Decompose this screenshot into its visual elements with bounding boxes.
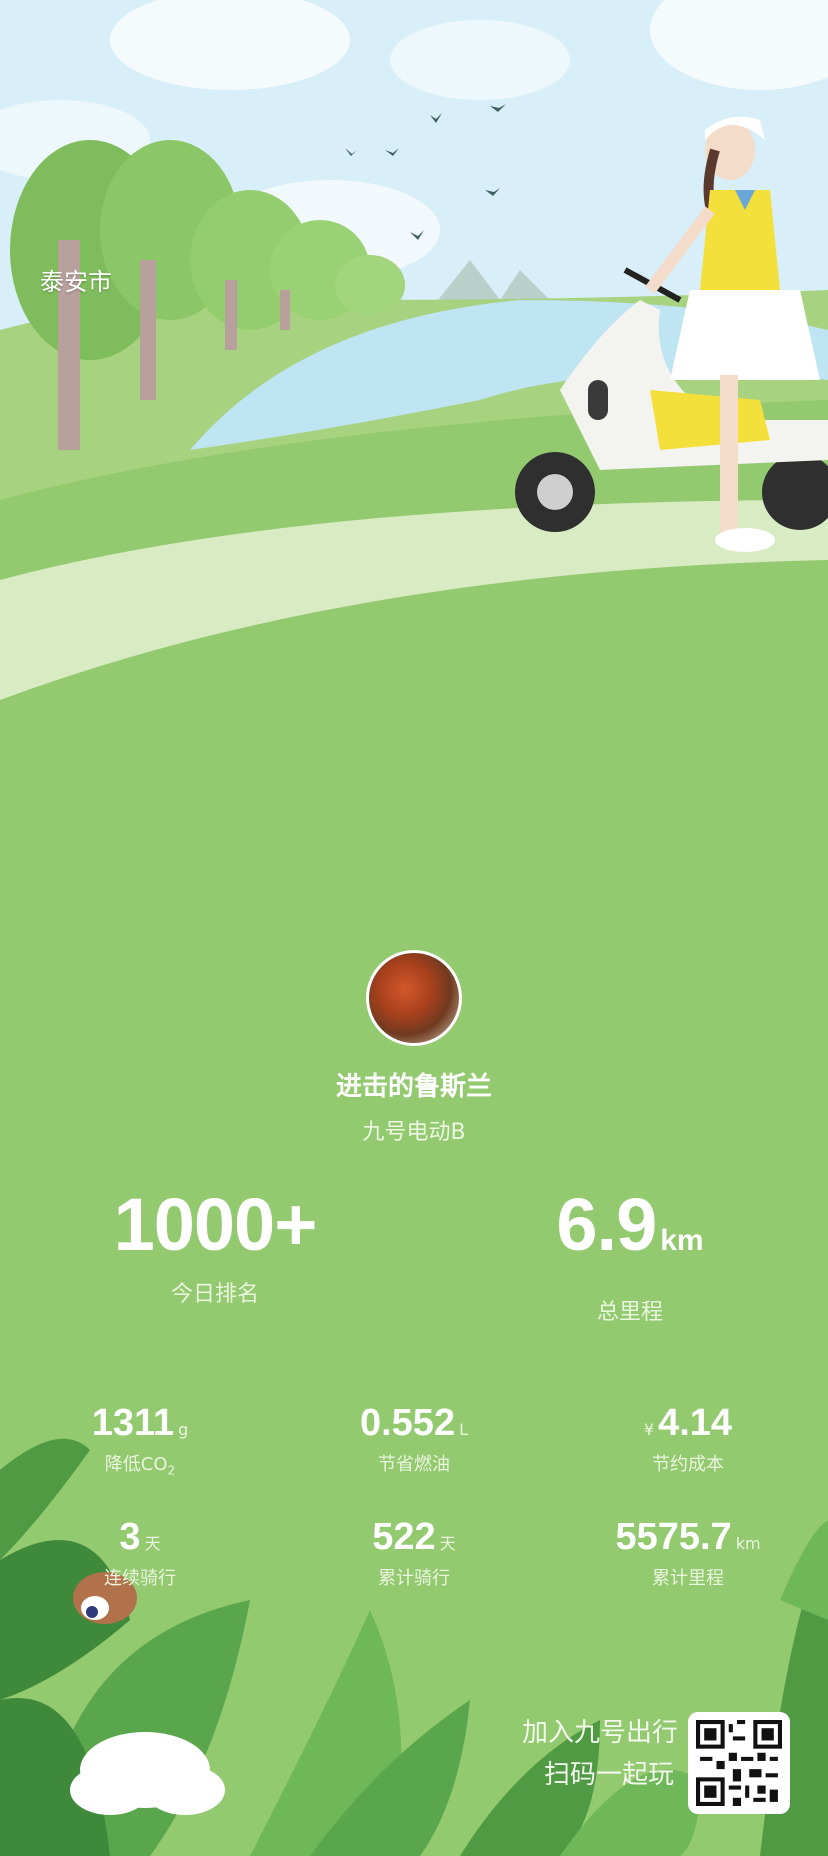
qr-code-icon	[696, 1720, 782, 1806]
co2-stat: 1311 g 降低CO2	[40, 1404, 240, 1478]
distance-stat: 6.9 km 总里程	[530, 1188, 730, 1326]
fuel-unit: L	[459, 1420, 468, 1439]
currency-symbol: ¥	[643, 1420, 655, 1439]
promo-line-1: 加入九号出行	[521, 1718, 678, 1748]
cost-label: 节约成本	[652, 1454, 724, 1475]
rank-stat: 1000+ 今日排名	[110, 1188, 320, 1308]
cost-value: 4.14	[658, 1402, 733, 1444]
fuel-stat: 0.552 L 节省燃油	[314, 1404, 514, 1476]
total-distance-unit: km	[735, 1534, 761, 1553]
days-stat: 522 天 累计骑行	[314, 1518, 514, 1590]
rank-label: 今日排名	[170, 1282, 259, 1307]
streak-stat: 3天 连续骑行	[40, 1518, 240, 1590]
streak-label: 连续骑行	[104, 1568, 176, 1589]
rank-value: 1000+	[113, 1183, 318, 1266]
co2-label: 降低CO2	[104, 1454, 176, 1478]
fuel-label: 节省燃油	[378, 1454, 450, 1475]
cost-stat: ¥4.14 节约成本	[588, 1404, 788, 1476]
total-distance-label: 累计里程	[652, 1568, 724, 1589]
promo-line-2: 扫码一起玩	[543, 1760, 674, 1790]
days-value: 522	[372, 1516, 436, 1558]
co2-unit: g	[178, 1420, 189, 1439]
username: 进击的鲁斯兰	[335, 1072, 492, 1102]
total-distance-value: 5575.7	[615, 1516, 732, 1558]
days-label: 累计骑行	[378, 1568, 450, 1589]
city-label: 泰安市	[40, 268, 112, 296]
promo-text: 加入九号出行 扫码一起玩	[522, 1712, 678, 1796]
co2-value: 1311	[91, 1402, 175, 1444]
qr-code[interactable]	[688, 1712, 790, 1814]
days-unit: 天	[439, 1534, 456, 1553]
distance-unit: km	[660, 1224, 704, 1257]
distance-value: 6.9	[556, 1183, 657, 1266]
streak-unit: 天	[144, 1534, 161, 1553]
vehicle-model: 九号电动B	[362, 1120, 466, 1145]
avatar	[366, 950, 462, 1046]
streak-value: 3	[119, 1516, 141, 1558]
total-distance-stat: 5575.7 km 累计里程	[588, 1518, 788, 1590]
distance-label: 总里程	[596, 1300, 663, 1325]
fuel-value: 0.552	[359, 1402, 456, 1444]
